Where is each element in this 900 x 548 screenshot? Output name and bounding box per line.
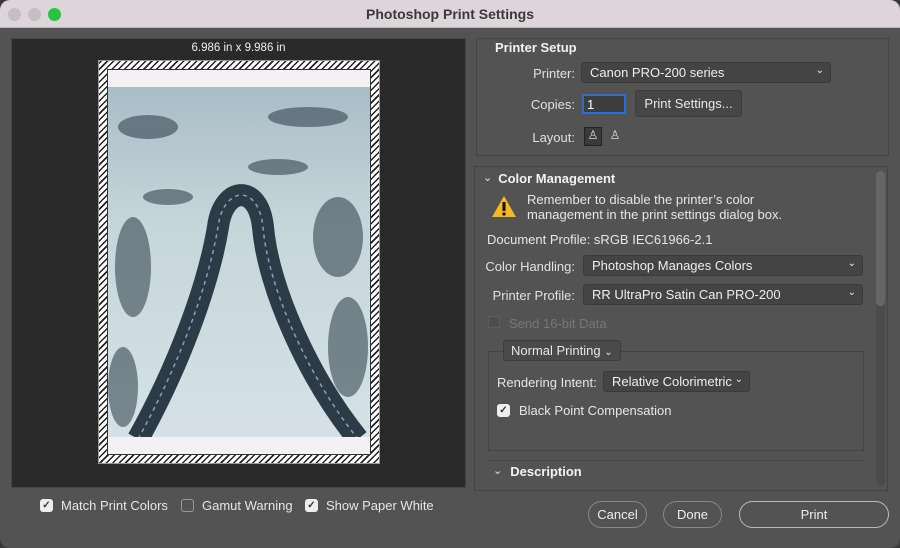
normal-printing-select[interactable]: Normal Printing ⌄: [503, 340, 621, 361]
print-settings-dialog: Photoshop Print Settings 6.986 in x 9.98…: [0, 0, 900, 548]
printer-value: Canon PRO-200 series: [590, 65, 725, 80]
warning-icon: [492, 196, 516, 217]
chevron-down-icon: ⌄: [483, 172, 493, 184]
checkbox-checked-icon: ✓: [305, 499, 318, 512]
color-handling-value: Photoshop Manages Colors: [592, 258, 753, 273]
chevron-down-icon: ⌄: [604, 347, 613, 358]
printer-profile-label: Printer Profile:: [492, 288, 575, 303]
done-button[interactable]: Done: [663, 501, 722, 528]
show-paper-white-label: Show Paper White: [326, 498, 434, 513]
print-preview: 6.986 in x 9.986 in: [11, 38, 466, 488]
color-handling-select[interactable]: Photoshop Manages Colors ⌄: [583, 255, 863, 276]
rendering-intent-value: Relative Colorimetric: [612, 374, 732, 389]
show-paper-white-checkbox[interactable]: ✓ Show Paper White: [305, 498, 434, 513]
description-heading: Description: [510, 464, 582, 479]
checkbox-disabled-icon: [488, 316, 500, 328]
color-management-toggle[interactable]: ⌄ Color Management: [483, 171, 615, 186]
paper-sheet: [98, 60, 380, 464]
match-print-colors-label: Match Print Colors: [61, 498, 168, 513]
gamut-warning-label: Gamut Warning: [202, 498, 293, 513]
title-bar: Photoshop Print Settings: [0, 0, 900, 28]
match-print-colors-checkbox[interactable]: ✓ Match Print Colors: [40, 498, 168, 513]
rendering-intent-label: Rendering Intent:: [497, 375, 597, 390]
send-16bit-checkbox[interactable]: Send 16-bit Data: [488, 316, 607, 331]
rendering-intent-select[interactable]: Relative Colorimetric ⌄: [603, 371, 750, 392]
color-handling-label: Color Handling:: [485, 259, 575, 274]
document-profile: Document Profile: sRGB IEC61966-2.1: [487, 232, 713, 247]
color-management-warning: Remember to disable the printer’s color …: [527, 192, 783, 222]
bpc-label: Black Point Compensation: [519, 403, 672, 418]
window-title: Photoshop Print Settings: [366, 6, 534, 22]
printer-setup-panel: Printer Setup Printer: Canon PRO-200 ser…: [476, 38, 889, 156]
road-photo-image: [108, 107, 368, 437]
printing-options-group: [488, 351, 864, 451]
copies-label: Copies:: [530, 97, 575, 112]
black-point-compensation-checkbox[interactable]: ✓ Black Point Compensation: [497, 403, 671, 418]
portrait-layout-icon[interactable]: ♙: [584, 127, 602, 146]
print-settings-button[interactable]: Print Settings...: [635, 90, 742, 117]
photo-preview: [108, 87, 370, 437]
divider: [488, 460, 864, 461]
chevron-down-icon: ⌄: [815, 65, 824, 76]
description-toggle[interactable]: ⌄ Description: [493, 464, 582, 479]
landscape-layout-icon[interactable]: ♙: [607, 128, 623, 145]
color-management-heading: Color Management: [498, 171, 616, 186]
scrollbar-thumb[interactable]: [876, 171, 885, 306]
printer-select[interactable]: Canon PRO-200 series ⌄: [581, 62, 831, 83]
print-button[interactable]: Print: [739, 501, 889, 528]
printer-setup-heading: Printer Setup: [495, 40, 577, 55]
color-management-panel: ⌄ Color Management Remember to disable th…: [474, 166, 888, 491]
layout-label: Layout:: [532, 130, 575, 145]
copies-input[interactable]: [582, 94, 626, 114]
gamut-warning-checkbox[interactable]: Gamut Warning: [181, 498, 293, 513]
chevron-down-icon: ⌄: [493, 465, 503, 477]
send-16bit-label: Send 16-bit Data: [509, 316, 607, 331]
printer-profile-value: RR UltraPro Satin Can PRO-200: [592, 287, 781, 302]
checkbox-checked-icon: ✓: [497, 404, 510, 417]
normal-printing-value: Normal Printing: [511, 343, 601, 358]
scrollbar-track[interactable]: [876, 171, 885, 486]
chevron-down-icon: ⌄: [734, 374, 743, 385]
printer-label: Printer:: [533, 66, 575, 81]
chevron-down-icon: ⌄: [847, 258, 856, 269]
checkbox-unchecked-icon: [181, 499, 194, 512]
paper-dimensions: 6.986 in x 9.986 in: [191, 42, 286, 54]
printable-area: [107, 69, 371, 455]
cancel-button[interactable]: Cancel: [588, 501, 647, 528]
chevron-down-icon: ⌄: [847, 287, 856, 298]
printer-profile-select[interactable]: RR UltraPro Satin Can PRO-200 ⌄: [583, 284, 863, 305]
checkbox-checked-icon: ✓: [40, 499, 53, 512]
